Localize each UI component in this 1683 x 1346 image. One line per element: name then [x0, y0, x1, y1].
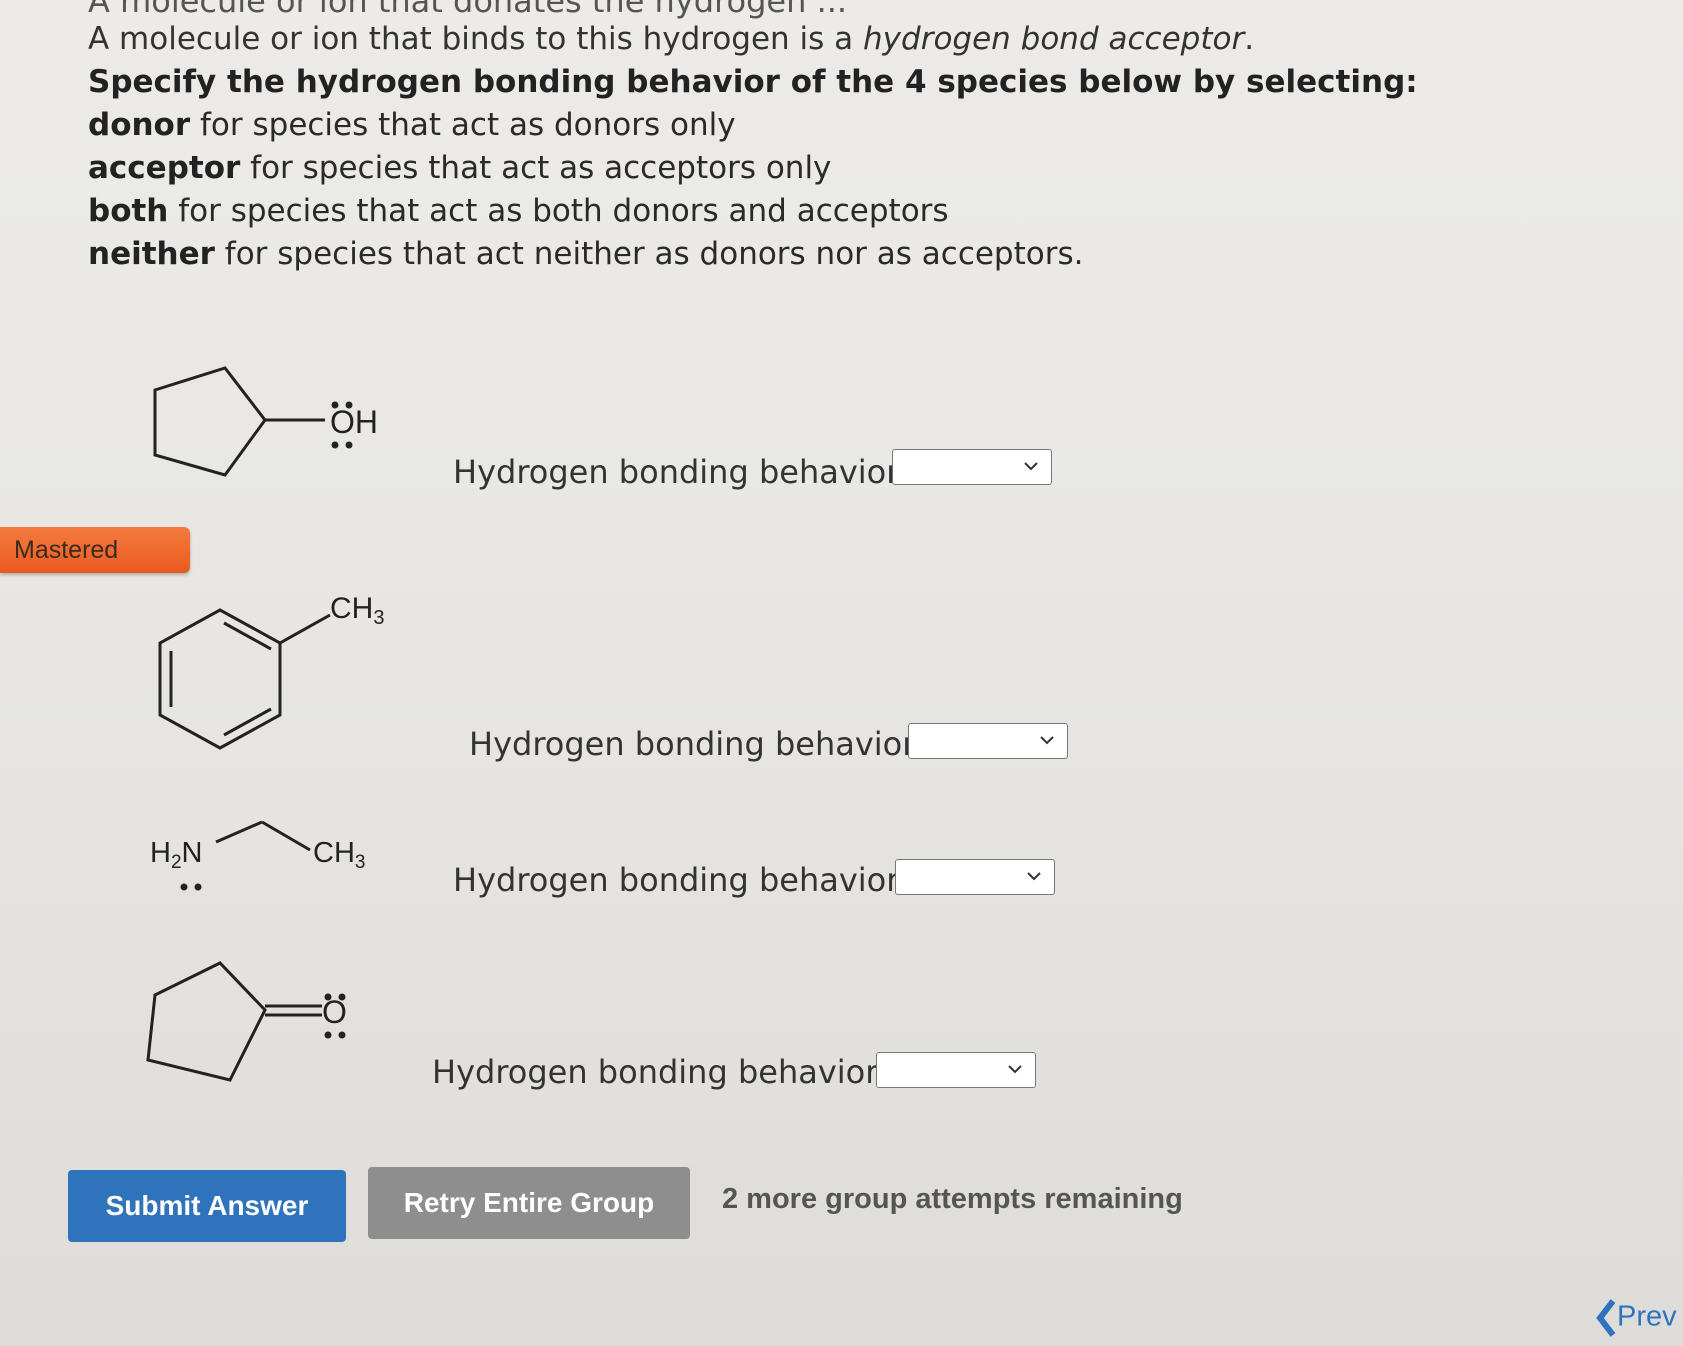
mastered-badge: Mastered — [0, 527, 190, 573]
option-neither: neither for species that act neither as … — [88, 236, 1084, 272]
option-both: both for species that act as both donors… — [88, 193, 949, 229]
question-3-label: Hydrogen bonding behavior — [453, 861, 900, 899]
chevron-down-icon — [1040, 736, 1054, 745]
attempts-remaining: 2 more group attempts remaining — [722, 1183, 1183, 1215]
prev-link[interactable]: Prev — [1595, 1298, 1677, 1338]
molecule-ethylamine: H2N CH3 — [150, 810, 410, 900]
chevron-down-icon — [1008, 1065, 1022, 1074]
instructions: A molecule or ion that binds to this hyd… — [88, 18, 1418, 276]
chevron-left-icon — [1596, 1299, 1616, 1337]
acceptor-definition: A molecule or ion that binds to this hyd… — [88, 21, 1255, 57]
molecule-cyclopentanol: OH — [140, 360, 400, 500]
option-acceptor: acceptor for species that act as accepto… — [88, 150, 832, 186]
oh-label: OH — [330, 404, 378, 440]
cyclopentanol-structure: OH — [153, 366, 378, 477]
question-1-label: Hydrogen bonding behavior — [453, 453, 900, 491]
question-1-select[interactable] — [892, 449, 1052, 485]
instructions-heading: Specify the hydrogen bonding behavior of… — [88, 64, 1418, 100]
ch3-label-2: CH3 — [313, 837, 365, 873]
question-2-label: Hydrogen bonding behavior — [469, 725, 916, 763]
ch3-label: CH3 — [330, 592, 384, 629]
option-donor: donor for species that act as donors onl… — [88, 107, 736, 143]
cut-off-text: A molecule or ion that donates the hydro… — [88, 0, 848, 20]
chevron-down-icon — [1024, 462, 1038, 471]
nh2-label: H2N — [150, 837, 202, 873]
ethylamine-structure: H2N CH3 — [150, 820, 365, 891]
question-3-select[interactable] — [895, 859, 1055, 895]
submit-answer-button[interactable]: Submit Answer — [68, 1170, 346, 1242]
question-4-select[interactable] — [876, 1052, 1036, 1088]
chevron-down-icon — [1027, 872, 1041, 881]
retry-entire-group-button[interactable]: Retry Entire Group — [368, 1167, 690, 1239]
cyclopentanone-structure: O — [146, 961, 347, 1082]
molecule-cyclopentanone: O — [140, 955, 380, 1095]
toluene-structure: CH3 — [158, 592, 384, 750]
question-2-select[interactable] — [908, 723, 1068, 759]
molecule-toluene: CH3 — [140, 585, 420, 765]
question-4-label: Hydrogen bonding behavior — [432, 1053, 879, 1091]
